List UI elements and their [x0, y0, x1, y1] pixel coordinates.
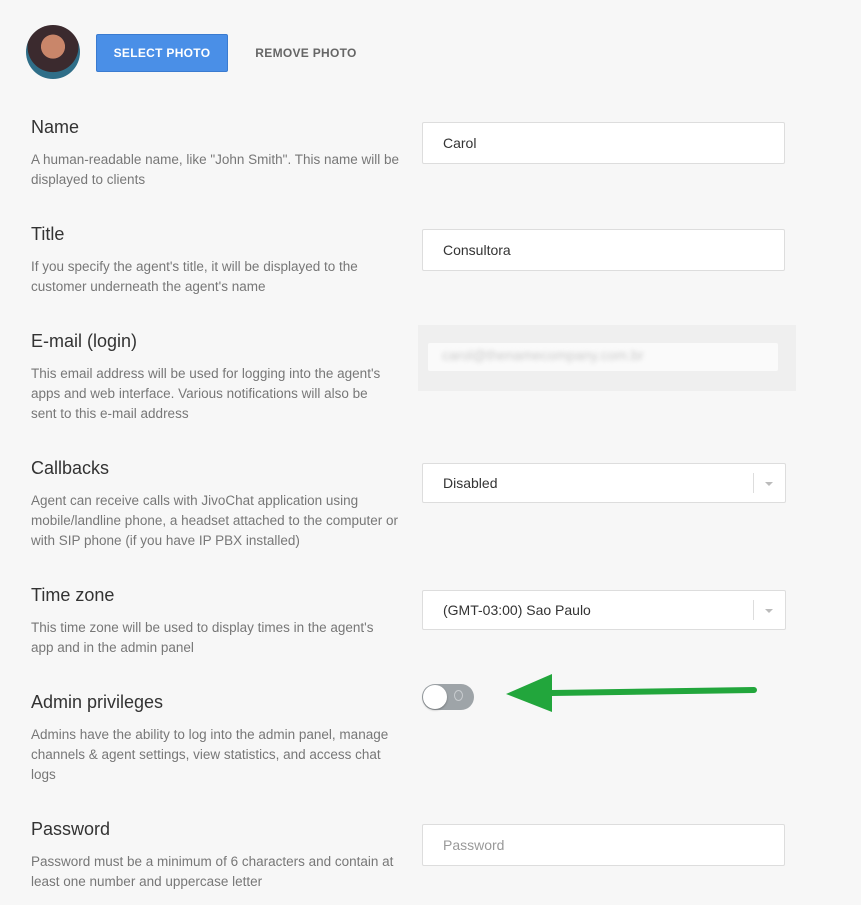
name-description: A human-readable name, like "John Smith"… — [31, 152, 400, 187]
toggle-knob — [423, 685, 447, 709]
email-field: carol@thenamecompany.com.br — [428, 343, 778, 371]
chevron-down-icon[interactable] — [765, 609, 773, 613]
off-indicator-icon — [454, 690, 463, 701]
name-label: Name — [31, 117, 80, 137]
admin-privileges-toggle[interactable] — [422, 684, 474, 710]
name-input[interactable]: Carol — [422, 122, 785, 164]
password-description: Password must be a minimum of 6 characte… — [31, 854, 394, 889]
email-value: carol@thenamecompany.com.br — [442, 347, 644, 363]
select-separator — [753, 600, 754, 620]
select-separator — [753, 473, 754, 493]
callbacks-value: Disabled — [443, 475, 498, 491]
title-description: If you specify the agent's title, it wil… — [31, 259, 358, 294]
timezone-value: (GMT-03:00) Sao Paulo — [443, 602, 591, 618]
select-photo-button[interactable]: SELECT PHOTO — [96, 34, 228, 72]
email-label: E-mail (login) — [31, 331, 138, 351]
admin-description: Admins have the ability to log into the … — [31, 727, 389, 782]
email-description: This email address will be used for logg… — [31, 366, 381, 421]
callbacks-label: Callbacks — [31, 458, 110, 478]
chevron-down-icon[interactable] — [765, 482, 773, 486]
title-input[interactable]: Consultora — [422, 229, 785, 271]
admin-label: Admin privileges — [31, 692, 164, 712]
annotation-arrow-icon — [506, 674, 757, 712]
callbacks-description: Agent can receive calls with JivoChat ap… — [31, 493, 398, 548]
title-label: Title — [31, 224, 65, 244]
password-label: Password — [31, 819, 111, 839]
avatar — [26, 25, 80, 79]
timezone-select[interactable]: (GMT-03:00) Sao Paulo — [422, 590, 786, 630]
timezone-label: Time zone — [31, 585, 115, 605]
remove-photo-button[interactable]: REMOVE PHOTO — [250, 34, 362, 72]
callbacks-select[interactable]: Disabled — [422, 463, 786, 503]
password-input[interactable]: Password — [422, 824, 785, 866]
email-field-container: carol@thenamecompany.com.br — [418, 325, 796, 391]
timezone-description: This time zone will be used to display t… — [31, 620, 374, 655]
